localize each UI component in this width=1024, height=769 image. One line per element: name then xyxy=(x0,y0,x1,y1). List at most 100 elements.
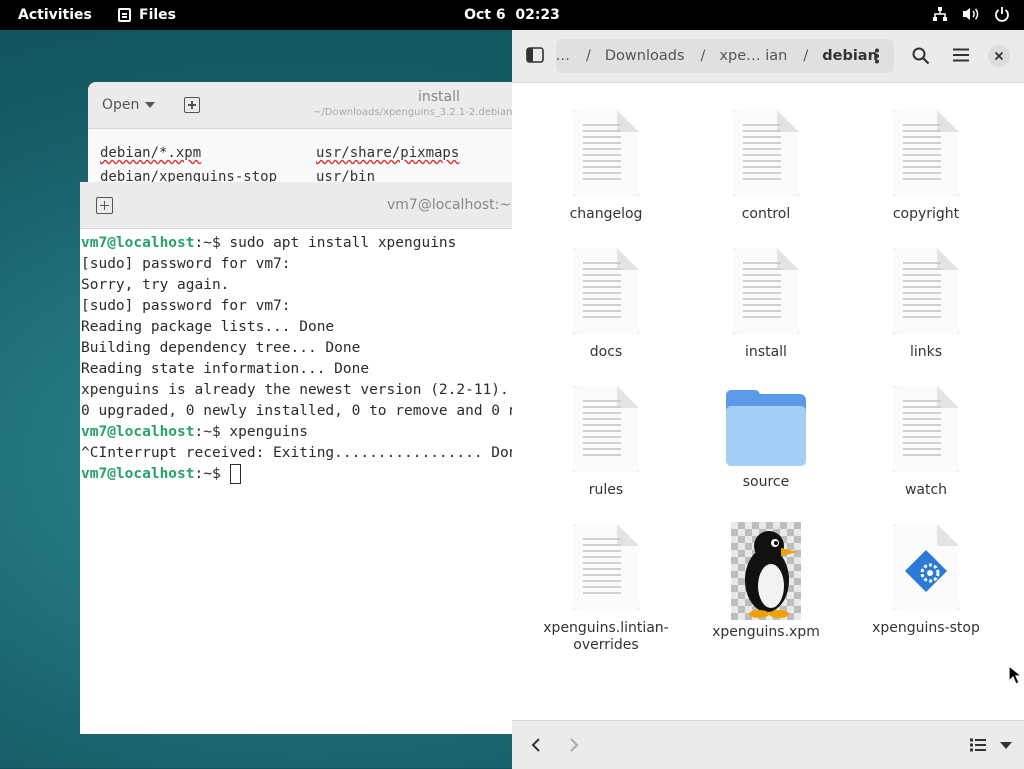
breadcrumb-home[interactable]: …me xyxy=(556,48,570,64)
file-item[interactable]: watch xyxy=(851,384,1001,499)
new-tab-icon[interactable] xyxy=(96,197,113,214)
file-item[interactable]: rules xyxy=(531,384,681,499)
power-icon xyxy=(995,7,1009,22)
files-footer-bar xyxy=(512,720,1024,769)
terminal-line-text: [sudo] password for vm7: xyxy=(81,256,291,272)
hamburger-menu-icon[interactable] xyxy=(952,48,970,62)
editor-line-dst: usr/share/pixmaps xyxy=(316,145,460,161)
terminal-line: 0 upgraded, 0 newly installed, 0 to remo… xyxy=(81,401,512,422)
text-document-icon xyxy=(893,110,959,196)
breadcrumb-downloads[interactable]: Downloads xyxy=(605,48,685,64)
file-item-label: xpenguins-stop xyxy=(872,620,980,636)
terminal-line: Reading package lists... Done xyxy=(81,317,512,338)
terminal-prompt: vm7@localhost xyxy=(81,235,195,251)
file-item-label: xpenguins.xpm xyxy=(712,624,820,640)
file-item[interactable]: install xyxy=(691,246,841,361)
breadcrumb-debian[interactable]: debian xyxy=(822,48,878,64)
terminal-line: [sudo] password for vm7: xyxy=(81,296,512,317)
search-icon[interactable] xyxy=(912,47,930,65)
file-item-label: watch xyxy=(904,482,948,498)
terminal-line-text: ^CInterrupt received: Exiting...........… xyxy=(81,445,512,461)
text-document-icon xyxy=(573,248,639,334)
text-document-icon xyxy=(733,110,799,196)
terminal-line-text: 0 upgraded, 0 newly installed, 0 to remo… xyxy=(81,403,512,419)
text-document-icon xyxy=(893,386,959,472)
top-bar: Activities Files Oct 6 02:23 xyxy=(0,0,1024,30)
text-document-icon xyxy=(733,248,799,334)
breadcrumb-xpenguins[interactable]: xpe… ian xyxy=(719,48,787,64)
breadcrumb-separator: / xyxy=(803,48,809,64)
open-button[interactable]: Open xyxy=(102,97,156,113)
editor-subtitle: ~/Downloads/xpenguins_3.2.1-2.debian xyxy=(313,107,512,118)
kebab-menu-icon[interactable] xyxy=(874,48,880,64)
terminal-line-text: Sorry, try again. xyxy=(81,277,230,293)
file-item[interactable]: docs xyxy=(531,246,681,361)
file-item-label: rules xyxy=(588,482,624,498)
file-item-label: install xyxy=(745,344,787,360)
terminal-line-text: Reading package lists... Done xyxy=(81,319,335,335)
terminal-prompt: vm7@localhost xyxy=(81,424,195,440)
terminal-line: vm7@localhost:~$ xyxy=(81,464,512,485)
terminal-line-text: Reading state information... Done xyxy=(81,361,370,377)
terminal-output[interactable]: vm7@localhost:~$ sudo apt install xpengu… xyxy=(80,229,512,485)
terminal-window[interactable]: vm7@localhost:~ vm7@localhost:~$ sudo ap… xyxy=(80,182,512,734)
terminal-line: Sorry, try again. xyxy=(81,275,512,296)
breadcrumb-separator: / xyxy=(586,48,591,64)
executable-file-icon xyxy=(893,524,959,610)
new-tab-icon[interactable] xyxy=(184,97,200,113)
close-icon[interactable] xyxy=(988,45,1010,67)
terminal-line: [sudo] password for vm7: xyxy=(81,254,512,275)
file-item-label: xpenguins.lintian-overrides xyxy=(543,620,669,653)
terminal-cursor xyxy=(230,464,242,484)
files-window: …me / Downloads / xpe… ian / debian chan… xyxy=(512,30,1024,769)
sidebar-toggle-icon[interactable] xyxy=(526,47,544,63)
terminal-prompt-suffix: :~$ xyxy=(194,235,230,251)
terminal-line: ^CInterrupt received: Exiting...........… xyxy=(81,443,512,464)
terminal-line: Building dependency tree... Done xyxy=(81,338,512,359)
terminal-line: vm7@localhost:~$ xpenguins xyxy=(81,422,512,443)
text-document-icon xyxy=(573,524,639,610)
list-view-icon[interactable] xyxy=(970,738,986,752)
editor-header-bar: Open install ~/Downloads/xpenguins_3.2.1… xyxy=(88,82,512,129)
file-item[interactable]: copyright xyxy=(851,108,1001,223)
text-editor-window: Open install ~/Downloads/xpenguins_3.2.1… xyxy=(88,82,512,192)
terminal-prompt: vm7@localhost xyxy=(81,466,195,482)
penguin-thumbnail-icon xyxy=(731,522,801,620)
mouse-pointer-icon xyxy=(1008,665,1022,685)
file-item-label: source xyxy=(742,474,790,490)
open-button-label: Open xyxy=(102,97,140,113)
file-item-label: control xyxy=(741,206,791,222)
editor-title: install xyxy=(418,89,460,105)
chevron-down-icon xyxy=(145,102,156,108)
view-options-chevron-icon[interactable] xyxy=(1000,742,1012,749)
file-item[interactable]: source xyxy=(691,384,841,491)
editor-line-src: debian/*.xpm xyxy=(100,145,202,161)
system-tray[interactable] xyxy=(932,6,1010,22)
breadcrumb-separator: / xyxy=(700,48,706,64)
file-item[interactable]: xpenguins.xpm xyxy=(691,522,841,641)
file-item[interactable]: control xyxy=(691,108,841,223)
text-document-icon xyxy=(573,386,639,472)
folder-icon xyxy=(726,390,806,466)
back-arrow-icon[interactable] xyxy=(530,737,542,753)
terminal-line: vm7@localhost:~$ sudo apt install xpengu… xyxy=(81,233,512,254)
terminal-line: xpenguins is already the newest version … xyxy=(81,380,512,401)
terminal-title: vm7@localhost:~ xyxy=(387,197,512,213)
terminal-line-text: xpenguins is already the newest version … xyxy=(81,382,509,398)
files-header-bar: …me / Downloads / xpe… ian / debian xyxy=(512,30,1024,83)
file-item[interactable]: changelog xyxy=(531,108,681,223)
path-bar[interactable]: …me / Downloads / xpe… ian / debian xyxy=(556,39,894,73)
file-item[interactable]: xpenguins.lintian-overrides xyxy=(531,522,681,654)
editor-line: debian/*.xpm usr/share/pixmaps xyxy=(100,145,512,169)
file-item-label: docs xyxy=(589,344,623,360)
terminal-prompt-suffix: :~$ xyxy=(194,466,230,482)
file-item-label: copyright xyxy=(892,206,960,222)
clock[interactable]: Oct 6 02:23 xyxy=(0,7,1024,23)
terminal-prompt-suffix: :~$ xyxy=(194,424,230,440)
file-item[interactable]: links xyxy=(851,246,1001,361)
terminal-line-text: sudo apt install xpenguins xyxy=(229,235,457,251)
terminal-header-bar: vm7@localhost:~ xyxy=(80,182,512,229)
file-item[interactable]: xpenguins-stop xyxy=(851,522,1001,637)
forward-arrow-icon[interactable] xyxy=(568,737,580,753)
file-item-label: changelog xyxy=(569,206,643,222)
